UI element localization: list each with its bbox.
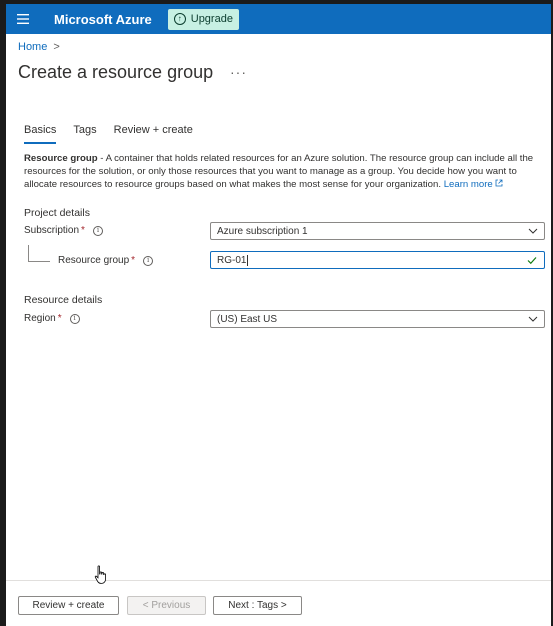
- description-term: Resource group: [24, 153, 98, 164]
- subscription-select[interactable]: Azure subscription 1: [210, 222, 545, 240]
- info-icon[interactable]: i: [143, 255, 154, 266]
- region-select[interactable]: (US) East US: [210, 310, 545, 328]
- tree-connector: [28, 245, 29, 262]
- hand-cursor-icon: [94, 565, 106, 584]
- top-bar: Microsoft Azure ↑ Upgrade: [6, 4, 551, 34]
- subscription-label: Subscription * i: [24, 225, 103, 236]
- region-value: (US) East US: [217, 313, 278, 325]
- region-label: Region * i: [24, 313, 80, 324]
- resource-group-label: Resource group * i: [58, 255, 154, 266]
- brand-title[interactable]: Microsoft Azure: [54, 12, 152, 27]
- more-options-button[interactable]: ···: [230, 64, 247, 80]
- upgrade-label: Upgrade: [190, 13, 233, 25]
- resource-group-label-text: Resource group: [58, 255, 130, 266]
- hamburger-icon: [17, 14, 29, 24]
- project-details-heading: Project details: [24, 207, 90, 219]
- tab-tags[interactable]: Tags: [73, 124, 96, 144]
- hamburger-menu-button[interactable]: [8, 4, 38, 34]
- next-tags-button[interactable]: Next : Tags >: [213, 596, 302, 615]
- footer-bar: Review + create < Previous Next : Tags >: [6, 580, 551, 626]
- region-label-text: Region: [24, 313, 56, 324]
- previous-button[interactable]: < Previous: [127, 596, 206, 615]
- tab-basics[interactable]: Basics: [24, 124, 57, 144]
- breadcrumb: Home >: [18, 41, 60, 53]
- info-icon[interactable]: i: [92, 225, 103, 236]
- page-title: Create a resource group: [18, 62, 214, 82]
- resource-group-value: RG-01: [217, 254, 247, 266]
- learn-more-link[interactable]: Learn more: [444, 179, 504, 190]
- breadcrumb-separator: >: [53, 41, 60, 53]
- tab-bar: Basics Tags Review + create: [24, 124, 210, 144]
- chevron-down-icon: [528, 228, 538, 234]
- required-marker: *: [81, 225, 85, 236]
- subscription-label-text: Subscription: [24, 225, 80, 236]
- info-icon[interactable]: i: [69, 313, 80, 324]
- checkmark-icon: [527, 257, 537, 265]
- upgrade-button[interactable]: ↑ Upgrade: [167, 8, 239, 30]
- external-link-icon: [496, 179, 503, 187]
- required-marker: *: [131, 255, 136, 266]
- resource-group-input[interactable]: RG-01: [210, 251, 545, 269]
- breadcrumb-home-link[interactable]: Home: [18, 41, 47, 53]
- text-caret: [247, 254, 249, 266]
- tree-connector: [28, 261, 50, 262]
- resource-group-description: Resource group - A container that holds …: [24, 152, 534, 191]
- upgrade-arrow-icon: ↑: [173, 13, 186, 25]
- chevron-down-icon: [528, 316, 538, 322]
- required-marker: *: [57, 313, 62, 324]
- tab-review-create[interactable]: Review + create: [114, 124, 193, 144]
- review-create-button[interactable]: Review + create: [18, 596, 119, 615]
- resource-details-heading: Resource details: [24, 294, 103, 306]
- subscription-value: Azure subscription 1: [217, 225, 308, 237]
- create-resource-group-page: Home > Create a resource group ··· Basic…: [6, 34, 551, 626]
- learn-more-label: Learn more: [443, 179, 493, 190]
